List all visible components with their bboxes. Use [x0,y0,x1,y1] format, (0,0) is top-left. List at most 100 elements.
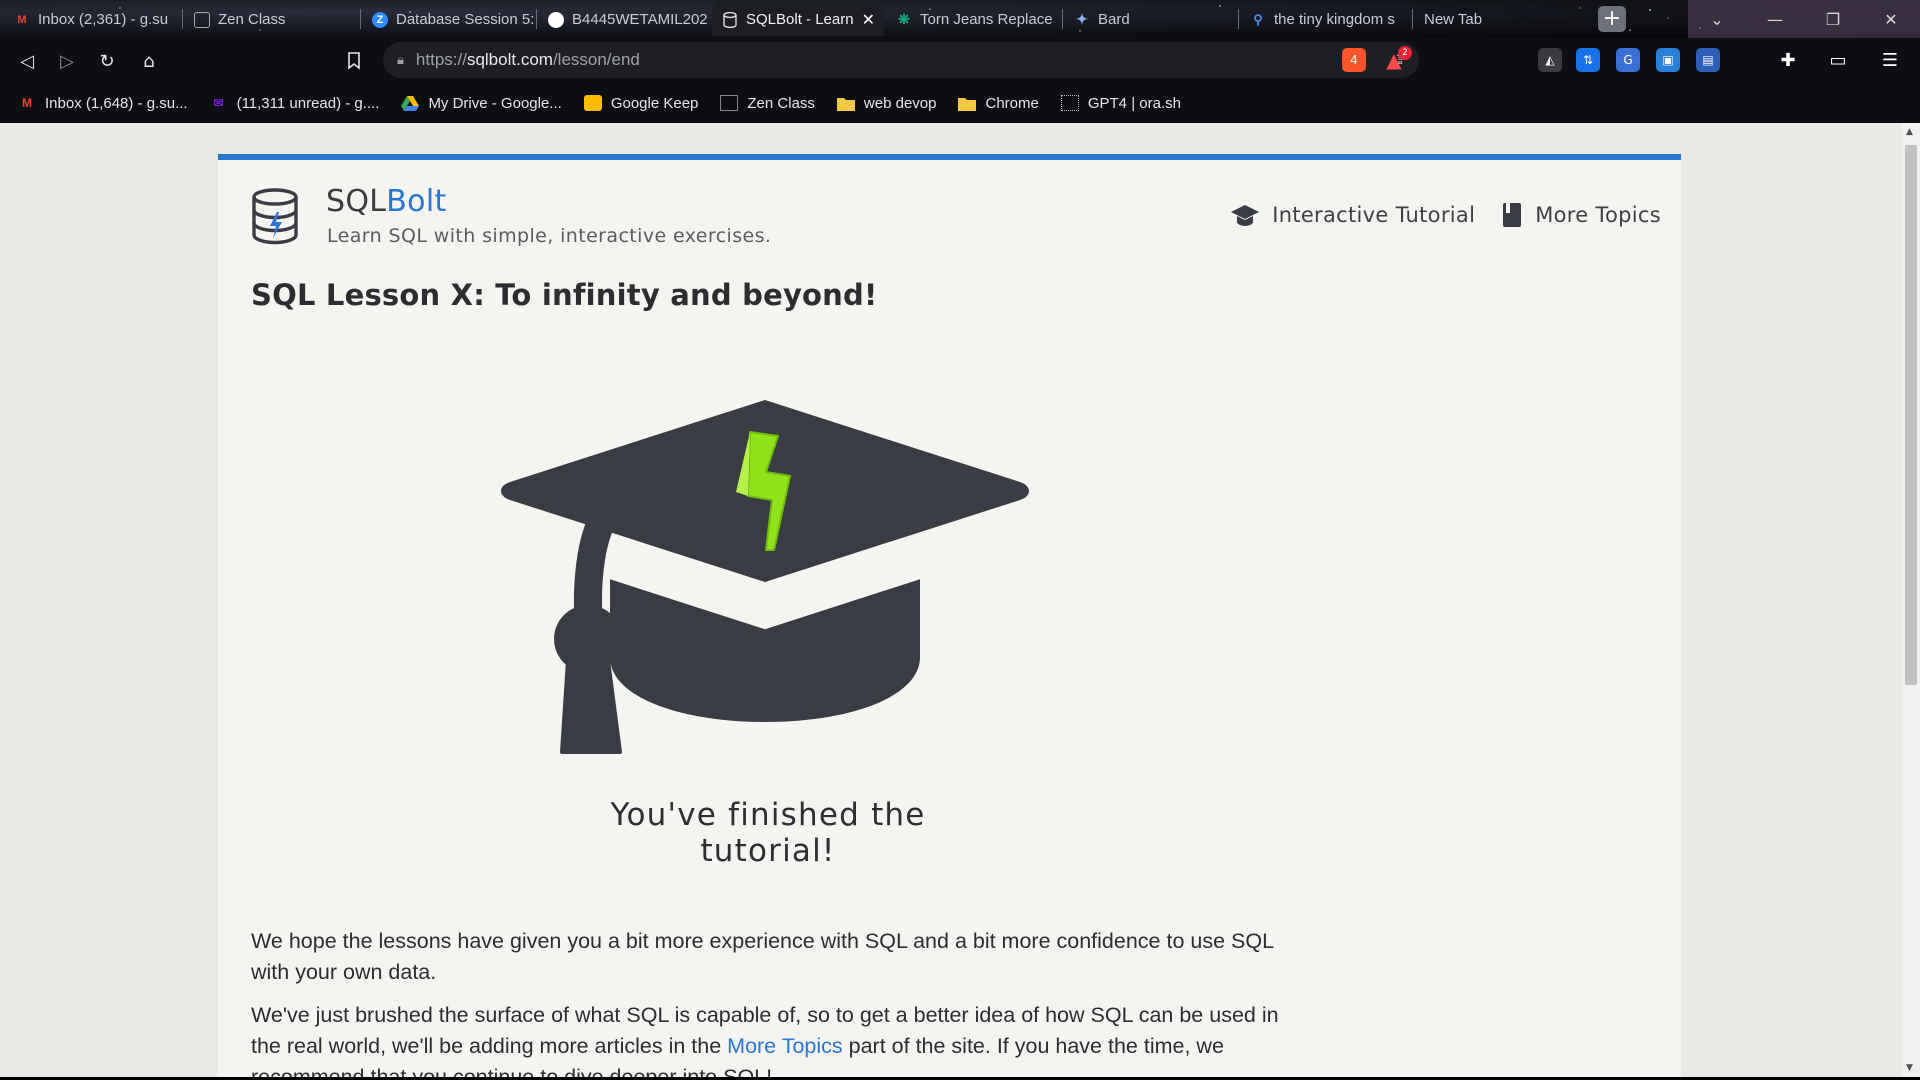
bookmark-label: GPT4 | ora.sh [1087,94,1181,112]
tab-chatgpt[interactable]: ❋ Torn Jeans Replace [886,3,1060,36]
extension-icon[interactable]: ◭ [1538,48,1562,72]
tab-separator [360,9,361,29]
tab-separator [1238,9,1239,29]
url-scheme: https:// [415,50,467,69]
tab-zen-class[interactable]: Zen Class [184,3,358,36]
google-keep-icon [583,95,602,111]
home-icon[interactable]: ⌂ [134,46,164,76]
browser-toolbar: ◁ ▷ ↻ ⌂ 🔒︎ https://sqlbolt.com/lesson/en… [0,38,1920,83]
close-window-icon[interactable]: ✕ [1862,0,1920,38]
yahoo-mail-icon: ✉ [213,96,224,110]
tab-label: Zen Class [218,11,286,28]
nav-interactive-tutorial[interactable]: Interactive Tutorial [1230,202,1475,228]
rewards-badge: 2 [1398,46,1412,60]
scrollbar-thumb[interactable] [1905,145,1917,685]
url-path: /lesson/end [552,50,640,69]
extension-icon[interactable]: ▣ [1656,48,1680,72]
url-host: sqlbolt.com [466,50,553,69]
restore-icon[interactable]: ❐ [1804,0,1862,38]
tab-label: Bard [1098,11,1130,28]
bookmark-label: Google Keep [610,94,699,112]
tab-gmail[interactable]: M Inbox (2,361) - g.su [4,3,180,36]
tab-label: the tiny kingdom s [1274,11,1395,28]
bookmarks-bar: M Inbox (1,648) - g.su... ✉ (11,311 unre… [0,83,1920,123]
graduation-cap-icon [1231,205,1260,226]
zoom-icon: Z [372,11,388,28]
nav-label: Interactive Tutorial [1272,203,1476,227]
tab-label: Inbox (2,361) - g.su [38,11,169,28]
new-tab-button[interactable]: + [1598,6,1626,32]
bookmark-google-keep[interactable]: Google Keep [583,94,699,112]
gmail-icon: M [17,13,27,26]
brave-shields-icon[interactable]: 4 [1342,48,1366,72]
window-controls: ⌄ — ❐ ✕ [1688,0,1920,38]
bookmark-zen-class[interactable]: Zen Class [720,95,815,112]
page-scrollbar[interactable]: ▲ ▼ [1902,123,1920,1077]
tab-search[interactable]: ⚲ the tiny kingdom s [1240,3,1412,36]
menu-icon[interactable]: ☰ [1878,48,1902,72]
tab-separator [1412,9,1413,29]
tab-label: SQLBolt - Learn [746,11,854,28]
site-tagline: Learn SQL with simple, interactive exerc… [327,225,772,247]
bookmark-folder-web-devop[interactable]: web devop [836,95,936,112]
zen-class-icon [194,11,210,28]
folder-icon [836,95,855,111]
search-icon: ⚲ [1253,11,1263,27]
paragraph-intro: We hope the lessons have given you a bit… [251,929,1274,984]
brave-badge: 4 [1350,53,1358,67]
translate-icon[interactable]: G [1616,48,1640,72]
tab-search-chevron-icon[interactable]: ⌄ [1688,0,1746,38]
tab-bard[interactable]: ✦ Bard [1064,3,1236,36]
more-topics-link[interactable]: More Topics [727,1034,843,1058]
site-brand[interactable]: SQLBolt [326,184,447,219]
bookmark-label: Zen Class [747,94,815,112]
bookmark-folder-chrome[interactable]: Chrome [958,94,1039,112]
gmail-icon: M [22,96,32,110]
finished-heading: You've finished the tutorial! [610,797,926,869]
tab-github[interactable]: B4445WETAMIL202 [538,3,710,36]
extensions-puzzle-icon[interactable]: ✚ [1776,48,1800,72]
scroll-up-arrow-icon[interactable]: ▲ [1906,127,1913,137]
sqlbolt-logo-icon[interactable] [250,188,300,246]
brand-accent: Bolt [386,184,447,219]
tab-label: Torn Jeans Replace [920,11,1053,28]
extension-icon[interactable]: ▤ [1696,48,1720,72]
bookmark-gmail[interactable]: M Inbox (1,648) - g.su... [18,95,188,112]
bookmark-label: (11,311 unread) - g.... [236,94,380,112]
tab-strip: M Inbox (2,361) - g.su Zen Class Z Datab… [0,0,1920,38]
bookmark-icon[interactable] [339,46,369,76]
wallet-icon[interactable]: ▭ [1826,48,1850,72]
close-tab-icon[interactable]: ✕ [862,10,875,30]
back-icon[interactable]: ◁ [12,46,42,76]
minimize-icon[interactable]: — [1746,0,1804,38]
tab-separator [1062,9,1063,29]
bookmark-yahoo-mail[interactable]: ✉ (11,311 unread) - g.... [210,95,380,112]
scroll-down-arrow-icon[interactable]: ▼ [1906,1063,1913,1073]
reload-icon[interactable]: ↻ [92,46,122,76]
tab-database-session[interactable]: Z Database Session 5: [362,3,534,36]
google-drive-icon [401,95,420,111]
tab-new-tab[interactable]: New Tab [1414,3,1584,36]
bard-icon: ✦ [1076,11,1088,27]
address-bar[interactable]: 🔒︎ https://sqlbolt.com/lesson/end ⇪ [383,42,1419,78]
extension-icon[interactable]: ⇅ [1576,48,1600,72]
book-icon [1503,203,1522,227]
tab-sqlbolt-active[interactable]: SQLBolt - Learn ✕ [712,3,884,36]
site-nav: Interactive Tutorial More Topics [1230,202,1661,228]
tab-separator [182,9,183,29]
ora-icon [1060,95,1079,111]
tab-label: B4445WETAMIL202 [572,11,708,28]
bookmark-label: Chrome [985,94,1039,112]
forward-icon[interactable]: ▷ [52,46,82,76]
bookmark-ora[interactable]: GPT4 | ora.sh [1060,94,1181,112]
lock-icon: 🔒︎ [397,52,404,67]
nav-more-topics[interactable]: More Topics [1501,202,1661,228]
lesson-title: SQL Lesson X: To infinity and beyond! [251,278,878,312]
folder-icon [958,95,977,111]
bookmark-google-drive[interactable]: My Drive - Google... [401,95,562,112]
tab-separator [536,9,537,29]
brand-main: SQL [326,184,387,219]
graduation-cap-bolt-illustration [501,400,1029,754]
content-card: SQLBolt Learn SQL with simple, interacti… [218,154,1681,1077]
chatgpt-icon: ❋ [898,11,910,27]
